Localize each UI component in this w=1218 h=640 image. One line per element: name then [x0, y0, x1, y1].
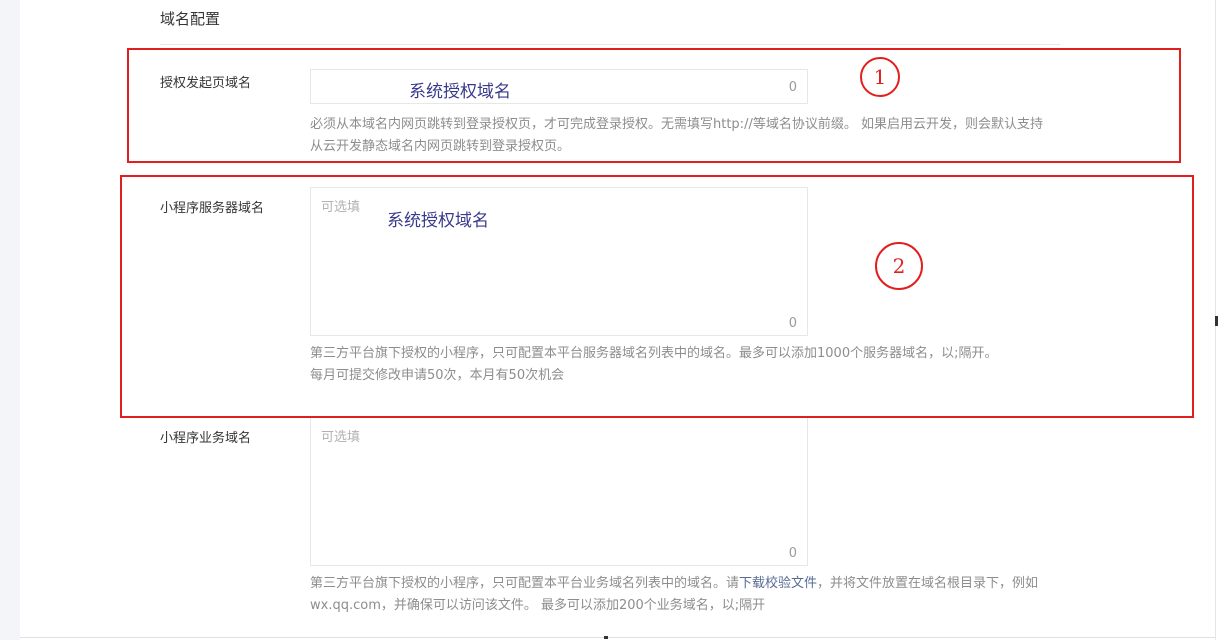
page-left-background — [0, 0, 20, 640]
bottom-divider — [20, 637, 1215, 638]
section-divider — [160, 44, 1060, 45]
section-title: 域名配置 — [160, 10, 221, 28]
business-domain-help: 第三方平台旗下授权的小程序，只可配置本平台业务域名列表中的域名。请下载校验文件，… — [310, 573, 1055, 617]
annotation-box-2 — [120, 175, 1194, 418]
business-domain-textarea[interactable]: 可选填 0 — [310, 417, 808, 566]
bottom-marker — [604, 636, 608, 639]
business-domain-counter: 0 — [788, 546, 797, 561]
annotation-box-1 — [127, 48, 1181, 163]
business-domain-help-text: 第三方平台旗下授权的小程序，只可配置本平台业务域名列表中的域名。请 — [310, 576, 740, 591]
business-domain-label: 小程序业务域名 — [160, 431, 252, 446]
business-domain-placeholder: 可选填 — [321, 430, 361, 445]
annotation-marker-1: 1 — [860, 57, 900, 97]
download-verification-file-link[interactable]: 下载校验文件 — [739, 576, 817, 591]
annotation-marker-2: 2 — [875, 242, 923, 290]
